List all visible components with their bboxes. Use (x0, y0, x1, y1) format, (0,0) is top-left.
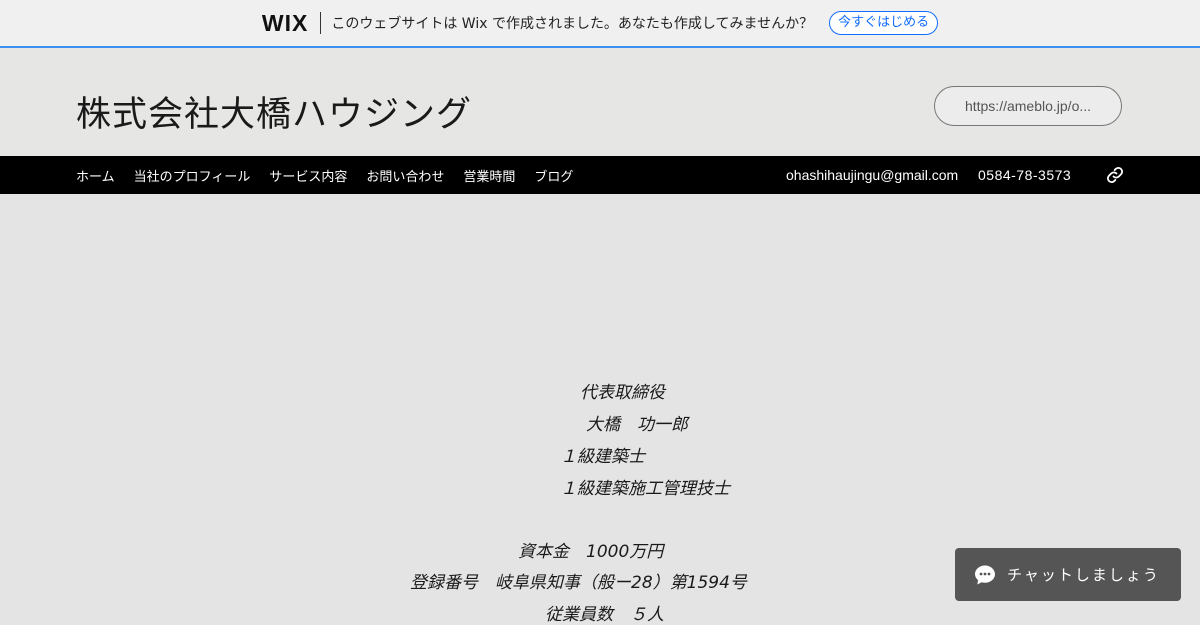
banner-divider (320, 12, 322, 34)
nav-item-home[interactable]: ホーム (76, 166, 115, 185)
site-header: 株式会社大橋ハウジング https://ameblo.jp/o... (0, 48, 1200, 156)
nav-item-blog[interactable]: ブログ (534, 166, 573, 185)
nav-item-services[interactable]: サービス内容 (269, 166, 347, 185)
phone-number[interactable]: 0584-78-3573 (978, 156, 1071, 194)
info-line-title: 代表取締役 (580, 383, 665, 403)
info-line-employees: 従業員数 ５人 (545, 605, 664, 625)
nav-item-profile[interactable]: 当社のプロフィール (134, 166, 251, 185)
blog-link-button[interactable]: https://ameblo.jp/o... (934, 86, 1122, 126)
chat-label: チャットしましょう (1007, 566, 1160, 584)
email-link[interactable]: ohashihaujingu@gmail.com (786, 156, 958, 194)
wix-logo[interactable]: WIX (262, 10, 308, 37)
info-line-qualification-2: １級建築施工管理技士 (560, 479, 730, 499)
info-line-representative: 大橋 功一郎 (586, 415, 688, 435)
banner-message: このウェブサイトは Wix で作成されました。あなたも作成してみませんか？ (331, 16, 814, 32)
info-line-registration: 登録番号 岐阜県知事（般ー28）第1594号 (410, 573, 747, 593)
nav-item-hours[interactable]: 営業時間 (463, 166, 515, 185)
link-icon[interactable] (1106, 166, 1124, 184)
company-title[interactable]: 株式会社大橋ハウジング (76, 86, 472, 137)
chat-button[interactable]: チャットしましょう (955, 548, 1181, 601)
nav-bar: ホーム 当社のプロフィール サービス内容 お問い合わせ 営業時間 ブログ oha… (0, 156, 1200, 194)
wix-banner: WIX このウェブサイトは Wix で作成されました。あなたも作成してみませんか… (0, 0, 1200, 48)
chat-bubble-icon (975, 565, 995, 584)
nav-menu: ホーム 当社のプロフィール サービス内容 お問い合わせ 営業時間 ブログ (76, 156, 592, 194)
nav-item-contact[interactable]: お問い合わせ (366, 166, 444, 185)
info-line-qualification-1: １級建築士 (560, 447, 645, 467)
info-line-capital: 資本金 1000万円 (518, 542, 664, 562)
start-now-button[interactable]: 今すぐはじめる (829, 11, 939, 35)
